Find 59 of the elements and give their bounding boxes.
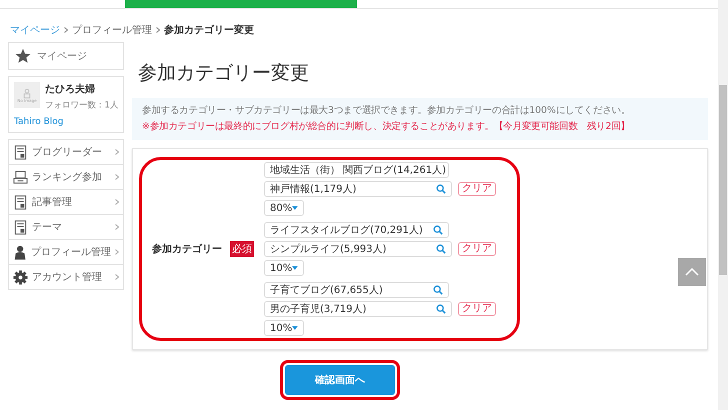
document-icon [13, 144, 28, 160]
mypage-link[interactable]: マイページ [8, 42, 124, 70]
sidebar-menu-item[interactable]: ブログリーダー [9, 140, 123, 165]
search-icon [433, 285, 443, 295]
field-label: 参加カテゴリー [152, 242, 223, 256]
scrollbar[interactable] [718, 0, 728, 410]
category-field[interactable]: 子育てブログ(67,655人) [264, 282, 449, 298]
chevron-right-icon [156, 27, 160, 33]
breadcrumb-current: 参加カテゴリー変更 [164, 23, 254, 37]
search-icon [436, 184, 446, 194]
person-icon [13, 244, 28, 260]
subcategory-field[interactable]: シンプルライフ(5,993人) [264, 241, 452, 257]
subcategory-field[interactable]: 神戸情報(1,179人) [264, 181, 452, 197]
clear-button[interactable]: クリア [458, 242, 496, 256]
sidebar-menu-item[interactable]: テーマ [9, 215, 123, 240]
chevron-up-icon [685, 268, 699, 276]
caret-icon [292, 326, 298, 330]
breadcrumb-link[interactable]: プロフィール管理 [72, 23, 152, 37]
subcategory-field[interactable]: 男の子育児(3,719人) [264, 301, 452, 317]
caret-icon [292, 266, 298, 270]
chevron-right-icon [115, 249, 119, 255]
required-badge: 必須 [230, 241, 254, 257]
percentage-select[interactable]: 10% [264, 260, 304, 276]
chevron-right-icon [115, 199, 119, 205]
chevron-right-icon [115, 174, 119, 180]
sidebar-menu-item[interactable]: アカウント管理 [9, 265, 123, 289]
sidebar-menu-item[interactable]: 記事管理 [9, 190, 123, 215]
chevron-right-icon [115, 149, 119, 155]
search-icon [436, 304, 446, 314]
chevron-right-icon [115, 274, 119, 280]
scroll-to-top-button[interactable] [678, 258, 706, 286]
document-icon [13, 194, 28, 210]
chevron-right-icon [115, 224, 119, 230]
chevron-right-icon [64, 27, 68, 33]
confirm-button[interactable]: 確認画面へ [285, 365, 395, 395]
caret-icon [292, 206, 298, 210]
search-icon [436, 244, 446, 254]
warning-text: ※参加カテゴリーは最終的にブログ村が総合的に判断し、決定することがあります。【今月変更可能回数 残り2回】 [142, 121, 632, 133]
percentage-select[interactable]: 10% [264, 320, 304, 336]
gear-icon [13, 270, 28, 284]
category-field[interactable]: 地域生活（街） 関西ブログ(14,261人) [264, 162, 449, 178]
person-outline-icon [23, 88, 31, 98]
breadcrumb-link[interactable]: マイページ [10, 23, 60, 37]
category-field[interactable]: ライフスタイルブログ(70,291人) [264, 222, 449, 238]
profile-name: たひろ夫婦 [45, 82, 96, 96]
blog-link[interactable]: Tahiro Blog [14, 117, 118, 127]
computer-icon [13, 170, 28, 184]
notice-text: 参加するカテゴリー・サブカテゴリーは最大3つまで選択できます。参加カテゴリーの合計は100%にしてください。 [142, 105, 632, 117]
clear-button[interactable]: クリア [458, 182, 496, 196]
document-icon [13, 220, 28, 234]
follower-count: フォロワー数：1人 [45, 100, 118, 111]
star-icon [15, 48, 31, 64]
sidebar-menu-item[interactable]: ランキング参加 [9, 165, 123, 190]
banner-image[interactable] [125, 0, 357, 8]
clear-button[interactable]: クリア [458, 302, 496, 316]
search-icon [433, 225, 443, 235]
sidebar-menu-item[interactable]: プロフィール管理 [9, 240, 123, 265]
percentage-select[interactable]: 80% [264, 200, 304, 216]
page-title: 参加カテゴリー変更 [138, 61, 310, 86]
